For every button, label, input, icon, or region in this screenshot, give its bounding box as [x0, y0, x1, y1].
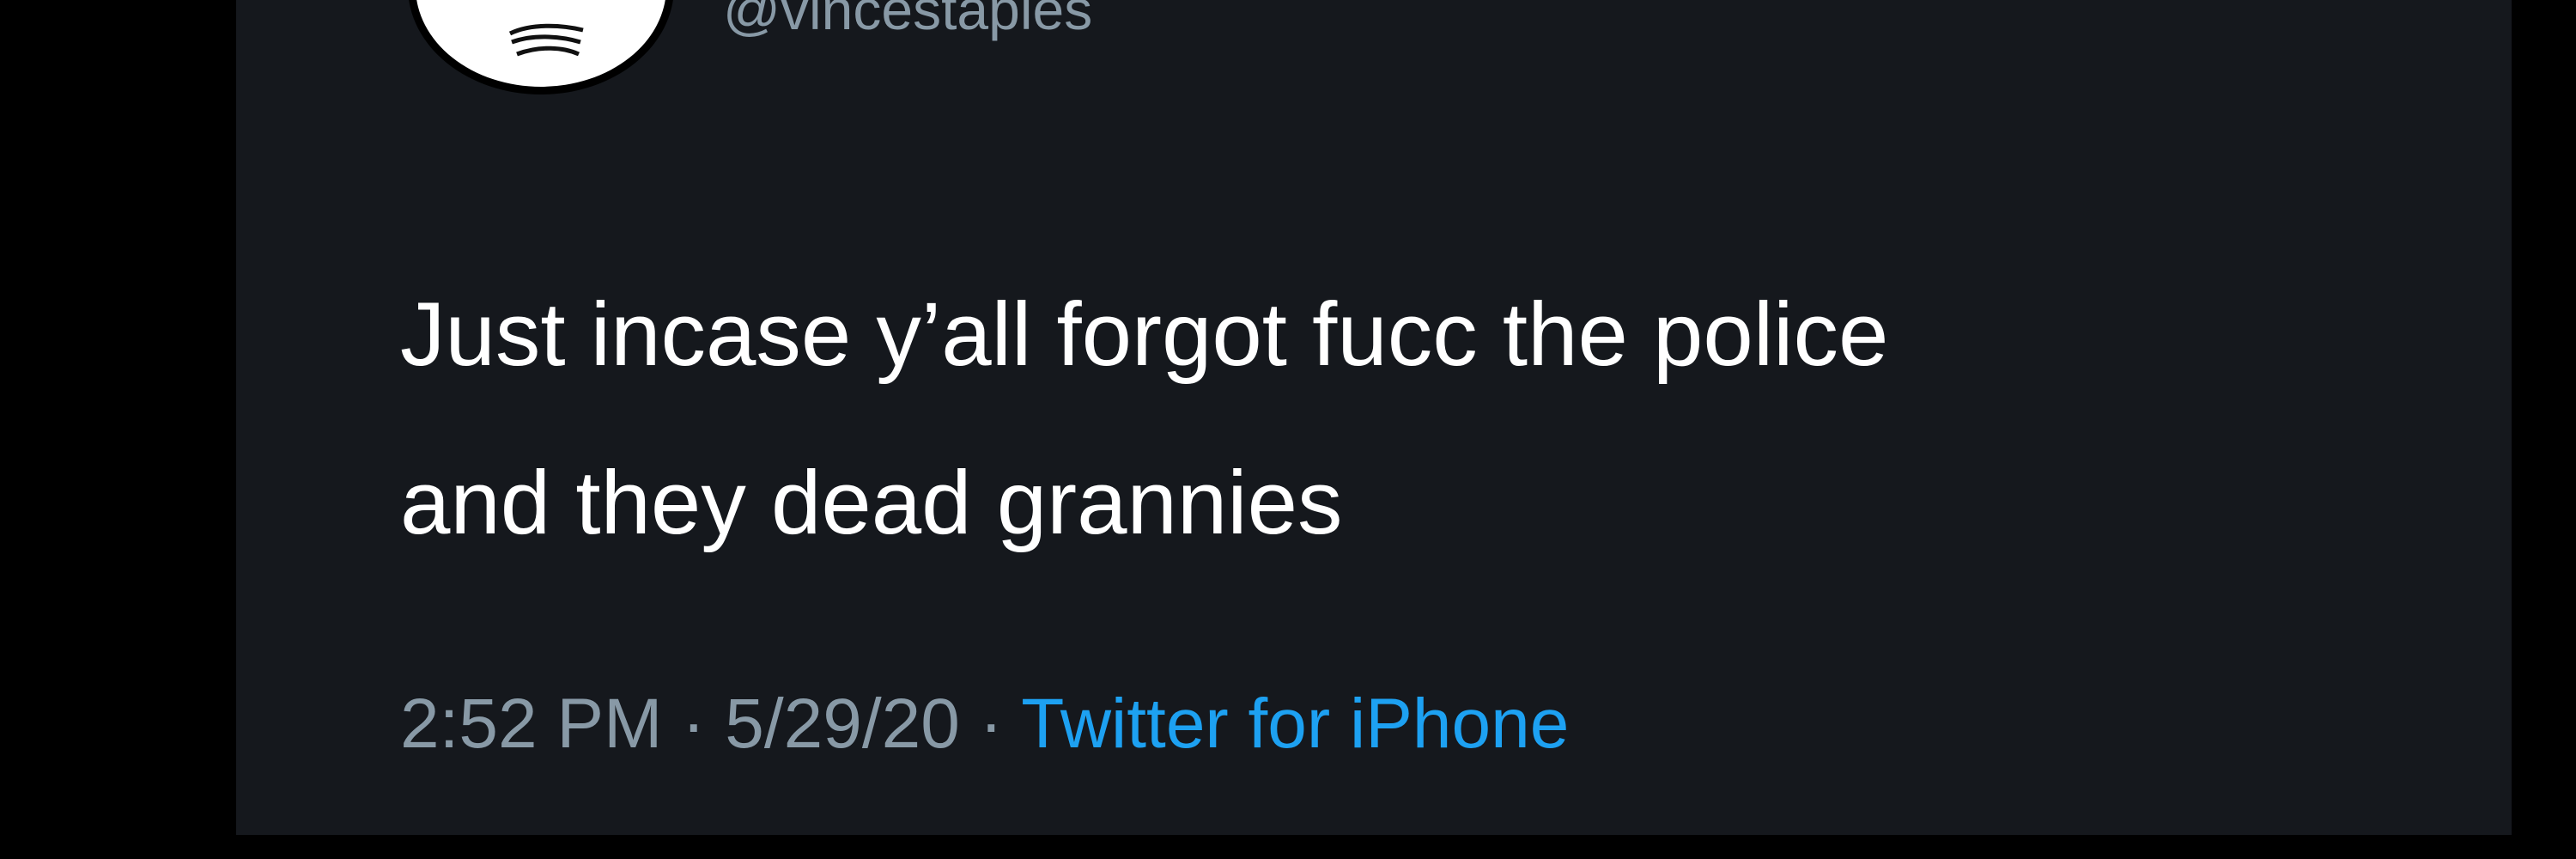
avatar-icon [508, 23, 584, 57]
tweet-text-line-1: Just incase y’all forgot fucc the police [400, 284, 1889, 385]
user-handle[interactable]: @vincestaples [723, 0, 1092, 38]
tweet-source-link[interactable]: Twitter for iPhone [1021, 685, 1569, 763]
separator-dot: · [662, 685, 726, 763]
tweet-text: Just incase y’all forgot fucc the police… [400, 251, 2332, 588]
tweet-time: 2:52 PM [400, 685, 663, 763]
screenshot-stage: @vincestaples Just incase y’all forgot f… [0, 0, 2576, 859]
separator-dot: · [959, 685, 1022, 763]
tweet-metadata: 2:52 PM · 5/29/20 · Twitter for iPhone [400, 689, 1569, 759]
tweet-text-line-2: and they dead grannies [400, 453, 1343, 553]
tweet-date[interactable]: 5/29/20 [725, 685, 960, 763]
